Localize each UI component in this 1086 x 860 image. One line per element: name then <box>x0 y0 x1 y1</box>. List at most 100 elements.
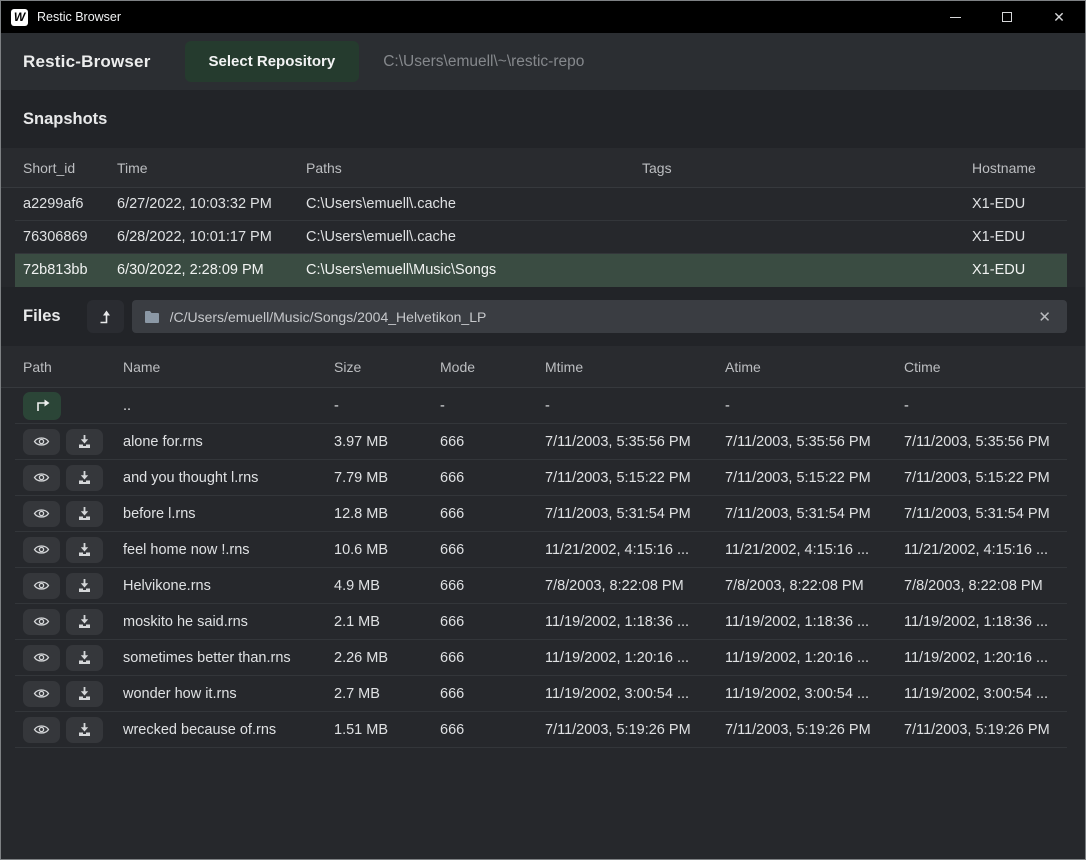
eye-icon <box>33 651 50 664</box>
file-mtime: 7/11/2003, 5:35:56 PM <box>545 434 725 450</box>
file-row[interactable]: before l.rns 12.8 MB 666 7/11/2003, 5:31… <box>15 496 1067 532</box>
file-column-header: Size <box>334 359 440 375</box>
view-file-button[interactable] <box>23 501 60 527</box>
file-size: 1.51 MB <box>334 722 440 738</box>
snapshot-row[interactable]: a2299af6 6/27/2022, 10:03:32 PM C:\Users… <box>15 188 1067 221</box>
view-file-button[interactable] <box>23 681 60 707</box>
download-file-button[interactable] <box>66 717 103 743</box>
file-ctime: 11/19/2002, 1:20:16 ... <box>904 650 1067 666</box>
snapshots-table-header: Short_idTimePathsTagsHostname <box>1 148 1085 188</box>
snapshot-row[interactable]: 72b813bb 6/30/2022, 2:28:09 PM C:\Users\… <box>15 254 1067 287</box>
file-row[interactable]: feel home now !.rns 10.6 MB 666 11/21/20… <box>15 532 1067 568</box>
file-ctime: 11/21/2002, 4:15:16 ... <box>904 542 1067 558</box>
download-icon <box>77 506 92 521</box>
file-ctime: 7/8/2003, 8:22:08 PM <box>904 578 1067 594</box>
snapshot-short-id: 76306869 <box>23 229 117 245</box>
download-file-button[interactable] <box>66 681 103 707</box>
download-file-button[interactable] <box>66 573 103 599</box>
file-row-actions <box>23 537 123 563</box>
close-icon: ✕ <box>1053 10 1065 24</box>
download-file-button[interactable] <box>66 645 103 671</box>
select-repository-button[interactable]: Select Repository <box>185 41 360 82</box>
snapshots-title: Snapshots <box>23 110 107 129</box>
file-row[interactable]: moskito he said.rns 2.1 MB 666 11/19/200… <box>15 604 1067 640</box>
view-file-button[interactable] <box>23 573 60 599</box>
file-row[interactable]: wrecked because of.rns 1.51 MB 666 7/11/… <box>15 712 1067 748</box>
file-mode: 666 <box>440 470 545 486</box>
parent-row-name: .. <box>123 398 334 414</box>
file-column-header: Mtime <box>545 359 725 375</box>
minimize-icon <box>950 17 961 18</box>
file-row-actions <box>23 609 123 635</box>
files-table: .. - - - - - alone for.rns <box>1 388 1085 748</box>
clear-path-button[interactable]: ✕ <box>1034 306 1055 328</box>
file-mode: 666 <box>440 686 545 702</box>
file-atime: 11/21/2002, 4:15:16 ... <box>725 542 904 558</box>
snapshot-hostname: X1-EDU <box>972 229 1067 245</box>
snapshot-column-header: Short_id <box>23 160 117 176</box>
file-row[interactable]: Helvikone.rns 4.9 MB 666 7/8/2003, 8:22:… <box>15 568 1067 604</box>
file-mtime: 11/19/2002, 3:00:54 ... <box>545 686 725 702</box>
level-up-icon <box>97 309 113 325</box>
file-ctime: 11/19/2002, 3:00:54 ... <box>904 686 1067 702</box>
file-row[interactable]: sometimes better than.rns 2.26 MB 666 11… <box>15 640 1067 676</box>
snapshots-heading: Snapshots <box>1 90 1085 148</box>
view-file-button[interactable] <box>23 645 60 671</box>
close-button[interactable]: ✕ <box>1033 1 1085 33</box>
snapshot-paths: C:\Users\emuell\.cache <box>306 196 642 212</box>
view-file-button[interactable] <box>23 429 60 455</box>
file-mode: 666 <box>440 506 545 522</box>
window-title: Restic Browser <box>37 10 121 24</box>
snapshot-row[interactable]: 76306869 6/28/2022, 10:01:17 PM C:\Users… <box>15 221 1067 254</box>
download-file-button[interactable] <box>66 501 103 527</box>
file-column-header: Ctime <box>904 359 1067 375</box>
eye-icon <box>33 435 50 448</box>
download-file-button[interactable] <box>66 609 103 635</box>
file-row-actions <box>23 645 123 671</box>
minimize-button[interactable] <box>929 1 981 33</box>
file-name: before l.rns <box>123 506 334 522</box>
clear-icon: ✕ <box>1038 309 1051 326</box>
parent-directory-row[interactable]: .. - - - - - <box>15 388 1067 424</box>
snapshots-table: a2299af6 6/27/2022, 10:03:32 PM C:\Users… <box>1 188 1085 287</box>
view-file-button[interactable] <box>23 609 60 635</box>
file-atime: 7/11/2003, 5:35:56 PM <box>725 434 904 450</box>
file-mtime: 7/11/2003, 5:15:22 PM <box>545 470 725 486</box>
file-atime: 11/19/2002, 1:18:36 ... <box>725 614 904 630</box>
file-mtime: 11/19/2002, 1:18:36 ... <box>545 614 725 630</box>
file-name: feel home now !.rns <box>123 542 334 558</box>
current-path-input[interactable]: /C/Users/emuell/Music/Songs/2004_Helveti… <box>132 300 1067 333</box>
view-file-button[interactable] <box>23 717 60 743</box>
file-row[interactable]: and you thought l.rns 7.79 MB 666 7/11/2… <box>15 460 1067 496</box>
maximize-button[interactable] <box>981 1 1033 33</box>
download-icon <box>77 578 92 593</box>
view-file-button[interactable] <box>23 465 60 491</box>
titlebar: W Restic Browser ✕ <box>1 1 1085 33</box>
snapshot-column-header: Hostname <box>972 160 1067 176</box>
download-file-button[interactable] <box>66 429 103 455</box>
snapshot-hostname: X1-EDU <box>972 196 1067 212</box>
file-atime: 7/11/2003, 5:31:54 PM <box>725 506 904 522</box>
files-bar: Files /C/Users/emuell/Music/Songs/2004_H… <box>1 287 1085 346</box>
file-row[interactable]: wonder how it.rns 2.7 MB 666 11/19/2002,… <box>15 676 1067 712</box>
parent-directory-button[interactable] <box>87 300 124 333</box>
arrow-up-right-icon <box>34 398 51 413</box>
download-file-button[interactable] <box>66 465 103 491</box>
file-mtime: 7/8/2003, 8:22:08 PM <box>545 578 725 594</box>
snapshot-hostname: X1-EDU <box>972 262 1067 278</box>
go-to-parent-button[interactable] <box>23 392 61 420</box>
file-ctime: 11/19/2002, 1:18:36 ... <box>904 614 1067 630</box>
file-row[interactable]: alone for.rns 3.97 MB 666 7/11/2003, 5:3… <box>15 424 1067 460</box>
file-size: 4.9 MB <box>334 578 440 594</box>
file-size: 10.6 MB <box>334 542 440 558</box>
file-ctime: 7/11/2003, 5:15:22 PM <box>904 470 1067 486</box>
snapshot-time: 6/28/2022, 10:01:17 PM <box>117 229 306 245</box>
app-window: W Restic Browser ✕ Restic-Browser Select… <box>0 0 1086 860</box>
file-mtime: 11/21/2002, 4:15:16 ... <box>545 542 725 558</box>
download-file-button[interactable] <box>66 537 103 563</box>
file-name: alone for.rns <box>123 434 334 450</box>
file-name: wrecked because of.rns <box>123 722 334 738</box>
file-row-actions <box>23 501 123 527</box>
view-file-button[interactable] <box>23 537 60 563</box>
file-atime: 7/11/2003, 5:15:22 PM <box>725 470 904 486</box>
